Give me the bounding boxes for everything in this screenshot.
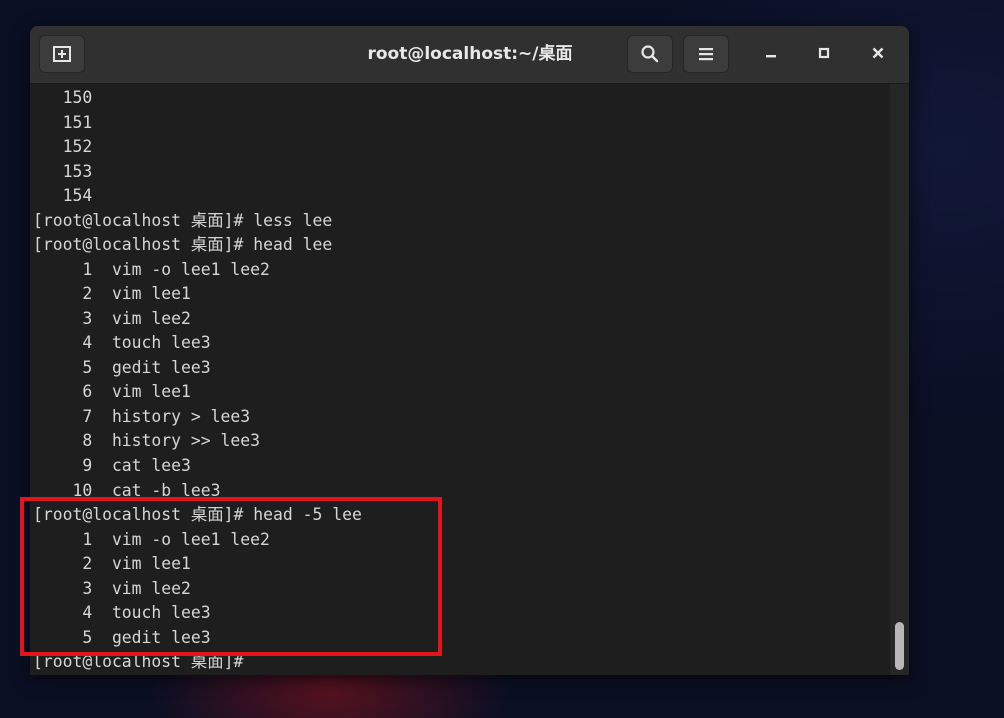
terminal-output[interactable]: 150 151 152 153 154 [root@localhost 桌面]#… [30, 84, 890, 675]
terminal-line: 3 vim lee2 [33, 579, 191, 598]
terminal-line: [root@localhost 桌面]# head lee [33, 235, 333, 254]
terminal-line: 4 touch lee3 [33, 603, 211, 622]
terminal-line: 4 touch lee3 [33, 333, 211, 352]
close-icon [871, 45, 885, 64]
scrollbar-thumb[interactable] [895, 622, 904, 670]
minimize-button[interactable] [756, 39, 786, 69]
terminal-line: 1 vim -o lee1 lee2 [33, 530, 270, 549]
terminal-line: 5 gedit lee3 [33, 628, 211, 647]
hamburger-menu-icon [697, 46, 715, 62]
terminal-line: 8 history >> lee3 [33, 431, 260, 450]
terminal-line: 5 gedit lee3 [33, 358, 211, 377]
terminal-prompt-line: [root@localhost 桌面]# [33, 652, 254, 671]
title-bar: root@localhost:~/桌面 [30, 26, 909, 84]
minimize-icon [764, 45, 778, 64]
terminal-line: [root@localhost 桌面]# less lee [33, 211, 333, 230]
terminal-line: 2 vim lee1 [33, 284, 191, 303]
terminal-line: 7 history > lee3 [33, 407, 251, 426]
terminal-line: 10 cat -b lee3 [33, 481, 221, 500]
terminal-line: 9 cat lee3 [33, 456, 191, 475]
terminal-line: [root@localhost 桌面]# head -5 lee [33, 505, 362, 524]
terminal-line: 151 [33, 113, 93, 132]
terminal-scrollbar[interactable] [890, 84, 909, 675]
maximize-icon [817, 45, 831, 64]
terminal-window: root@localhost:~/桌面 150 151 152 153 154 … [30, 26, 909, 675]
terminal-line: 6 vim lee1 [33, 382, 191, 401]
terminal-line: 3 vim lee2 [33, 309, 191, 328]
search-icon [640, 44, 660, 64]
maximize-button[interactable] [809, 39, 839, 69]
menu-button[interactable] [683, 35, 729, 73]
terminal-line: 153 [33, 162, 93, 181]
close-button[interactable] [863, 39, 893, 69]
terminal-line: 152 [33, 137, 93, 156]
terminal-line: 1 vim -o lee1 lee2 [33, 260, 270, 279]
search-button[interactable] [627, 35, 673, 73]
new-tab-button[interactable] [39, 35, 85, 73]
new-tab-icon [52, 44, 72, 64]
terminal-line: 150 [33, 88, 93, 107]
terminal-line: 2 vim lee1 [33, 554, 191, 573]
terminal-line: 154 [33, 186, 93, 205]
window-title: root@localhost:~/桌面 [367, 44, 573, 64]
